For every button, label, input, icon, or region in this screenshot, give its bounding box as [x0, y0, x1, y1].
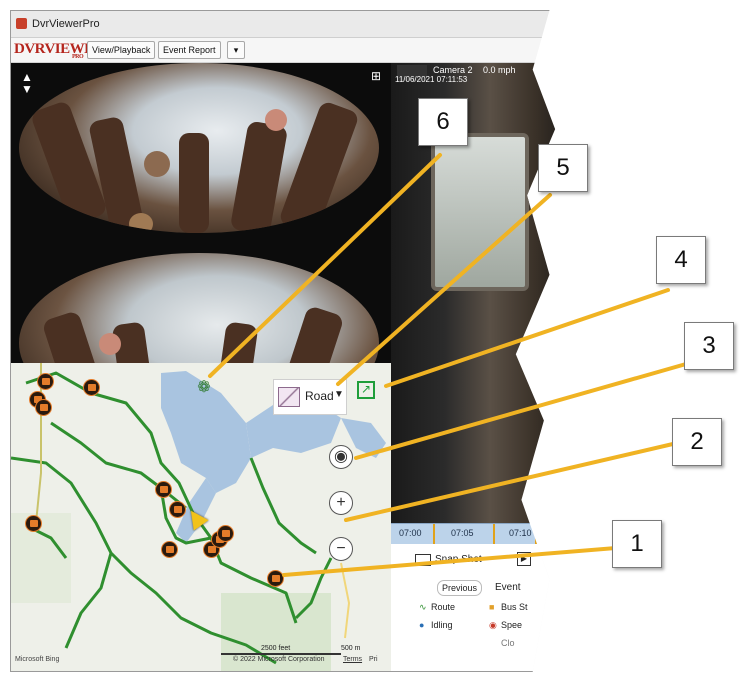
callout-line-2 [344, 438, 692, 522]
callout-5: 5 [538, 144, 588, 192]
callout-3: 3 [684, 322, 734, 370]
callout-lines [208, 153, 702, 577]
callout-line-1 [282, 544, 642, 577]
callout-line-3 [354, 358, 702, 460]
callout-line-6 [208, 153, 442, 378]
callout-2: 2 [672, 418, 722, 466]
callout-6: 6 [418, 98, 468, 146]
callout-1: 1 [612, 520, 662, 568]
callout-4: 4 [656, 236, 706, 284]
